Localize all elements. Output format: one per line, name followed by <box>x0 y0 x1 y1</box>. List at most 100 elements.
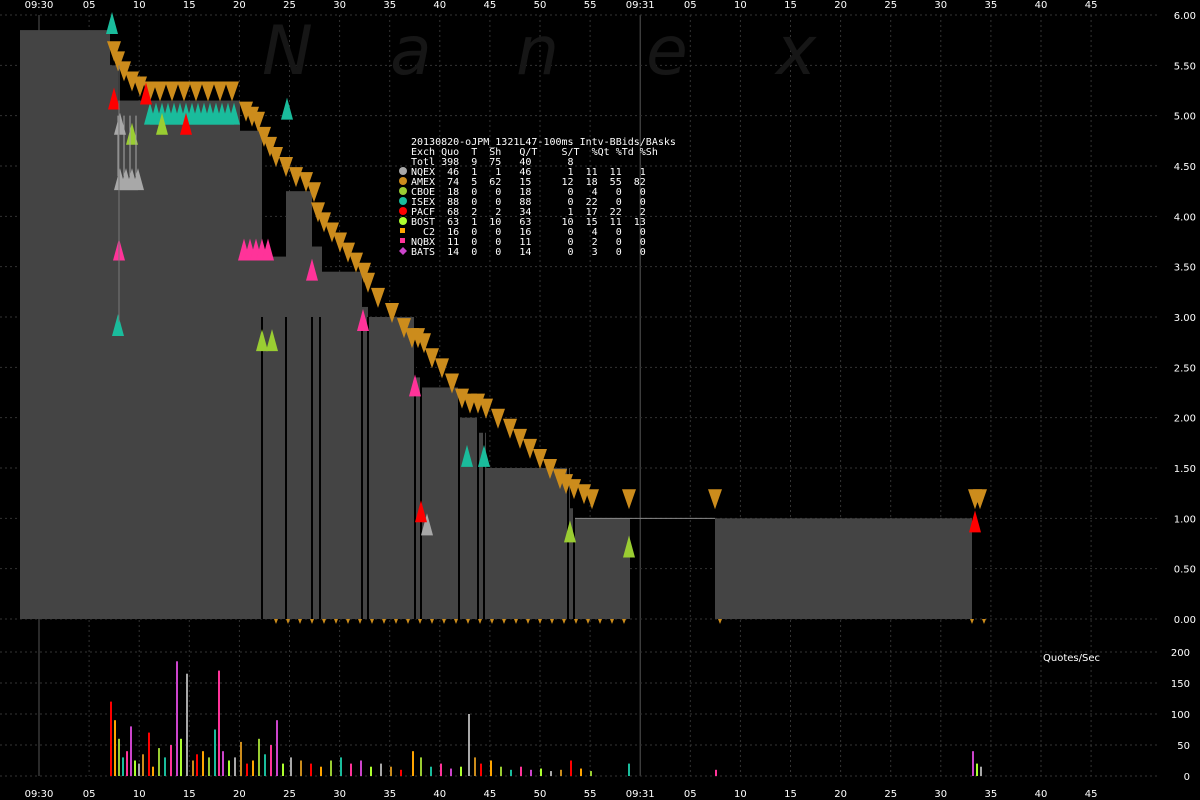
legend-marker <box>400 228 405 233</box>
volume-bar <box>218 670 220 776</box>
x-tick-label-top: 35 <box>383 0 396 11</box>
volume-bar <box>228 760 230 776</box>
price-area-segment <box>286 191 312 619</box>
volume-bar <box>170 745 172 776</box>
x-tick-label-top: 05 <box>83 0 96 11</box>
price-area-segment <box>575 518 630 619</box>
volume-bar <box>430 766 432 776</box>
volume-bar <box>340 757 342 776</box>
volume-bar <box>320 766 322 776</box>
volume-bar <box>276 720 278 776</box>
price-area-segment <box>110 65 118 620</box>
volume-bar <box>550 771 552 776</box>
volume-bar <box>570 760 572 776</box>
y-tick-label: 3.50 <box>1174 263 1196 274</box>
x-tick-label-top: 40 <box>1035 0 1048 11</box>
x-tick-label-top: 50 <box>534 0 547 11</box>
price-area-segment <box>368 317 416 619</box>
legend-marker <box>399 217 407 225</box>
volume-bar <box>412 751 414 776</box>
volume-bar <box>176 661 178 776</box>
volume-bar <box>980 766 982 776</box>
y-tick-label: 2.50 <box>1174 363 1196 374</box>
x-tick-label-bottom: 40 <box>433 789 446 800</box>
volume-bar <box>580 768 582 776</box>
volume-bar <box>252 760 254 776</box>
volume-bar <box>290 757 292 776</box>
watermark-letter: x <box>774 12 817 91</box>
y-tick-label: 3.00 <box>1174 313 1196 324</box>
volume-bar <box>126 751 128 776</box>
volume-bar <box>590 771 592 776</box>
x-tick-label-bottom: 15 <box>183 789 196 800</box>
x-tick-label-top: 45 <box>1085 0 1098 11</box>
x-tick-label-bottom: 05 <box>684 789 697 800</box>
volume-label: Quotes/Sec <box>1043 653 1100 664</box>
volume-bar <box>234 757 236 776</box>
x-tick-label-top: 30 <box>333 0 346 11</box>
volume-bar <box>474 757 476 776</box>
x-tick-label-bottom: 25 <box>283 789 296 800</box>
volume-bar <box>468 714 470 776</box>
volume-bar <box>214 729 216 776</box>
x-tick-label-bottom: 55 <box>584 789 597 800</box>
x-tick-label-bottom: 35 <box>383 789 396 800</box>
price-area-segment <box>262 256 286 619</box>
volume-bar <box>310 763 312 776</box>
x-tick-label-top: 05 <box>684 0 697 11</box>
x-tick-label-bottom: 20 <box>834 789 847 800</box>
price-chart: Na n e x 09:30 09:30 05 05 10 10 15 15 20 20 25 25 30 30… <box>0 0 1200 800</box>
volume-tick-label: 200 <box>1171 648 1190 659</box>
volume-bar <box>450 768 452 776</box>
volume-bar <box>180 738 182 776</box>
x-tick-label-top: 10 <box>734 0 747 11</box>
volume-bar <box>560 769 562 776</box>
y-tick-label: 4.50 <box>1174 162 1196 173</box>
volume-bar <box>440 763 442 776</box>
legend-marker <box>399 177 407 185</box>
volume-bar <box>490 760 492 776</box>
volume-bar <box>500 766 502 776</box>
price-area-segment <box>322 271 362 619</box>
volume-bar <box>390 766 392 776</box>
y-tick-label: 1.00 <box>1174 514 1196 525</box>
volume-bar <box>480 763 482 776</box>
volume-bar <box>972 751 974 776</box>
x-tick-label-top: 45 <box>484 0 497 11</box>
x-tick-label-bottom: 40 <box>1035 789 1048 800</box>
volume-bar <box>420 757 422 776</box>
volume-bar <box>152 766 154 776</box>
x-tick-label-bottom: 10 <box>133 789 146 800</box>
volume-bar <box>134 760 136 776</box>
x-tick-label-bottom: 20 <box>233 789 246 800</box>
volume-tick-label: 50 <box>1177 741 1190 752</box>
x-tick-label-bottom: 09:30 <box>25 789 54 800</box>
x-tick-label-bottom: 15 <box>784 789 797 800</box>
x-tick-label-bottom: 30 <box>934 789 947 800</box>
volume-bar <box>370 766 372 776</box>
volume-bar <box>510 769 512 776</box>
x-tick-label-bottom: 50 <box>534 789 547 800</box>
price-area-segment <box>486 468 570 619</box>
volume-bar <box>148 732 150 776</box>
legend-row: BATS 14 0 0 14 0 3 0 0 <box>411 247 646 258</box>
x-tick-label-top: 15 <box>784 0 797 11</box>
volume-bar <box>282 763 284 776</box>
y-tick-label: 0.50 <box>1174 565 1196 576</box>
price-area-segment <box>422 387 460 619</box>
x-tick-label-top: 09:30 <box>25 0 54 11</box>
volume-bar <box>208 757 210 776</box>
price-area-segment <box>240 130 262 619</box>
volume-bar <box>164 757 166 776</box>
volume-bar <box>264 754 266 776</box>
volume-bar <box>258 738 260 776</box>
volume-bar <box>628 763 630 776</box>
legend-marker <box>399 187 407 195</box>
volume-bar <box>240 741 242 776</box>
legend: 20130820-oJPM_1321L47-100ms Intv-BBids/B… <box>399 137 676 258</box>
x-tick-label-bottom: 09:31 <box>626 789 655 800</box>
x-tick-label-top: 25 <box>884 0 897 11</box>
volume-bar <box>540 768 542 776</box>
x-tick-label-top: 30 <box>934 0 947 11</box>
y-tick-label: 1.50 <box>1174 464 1196 475</box>
